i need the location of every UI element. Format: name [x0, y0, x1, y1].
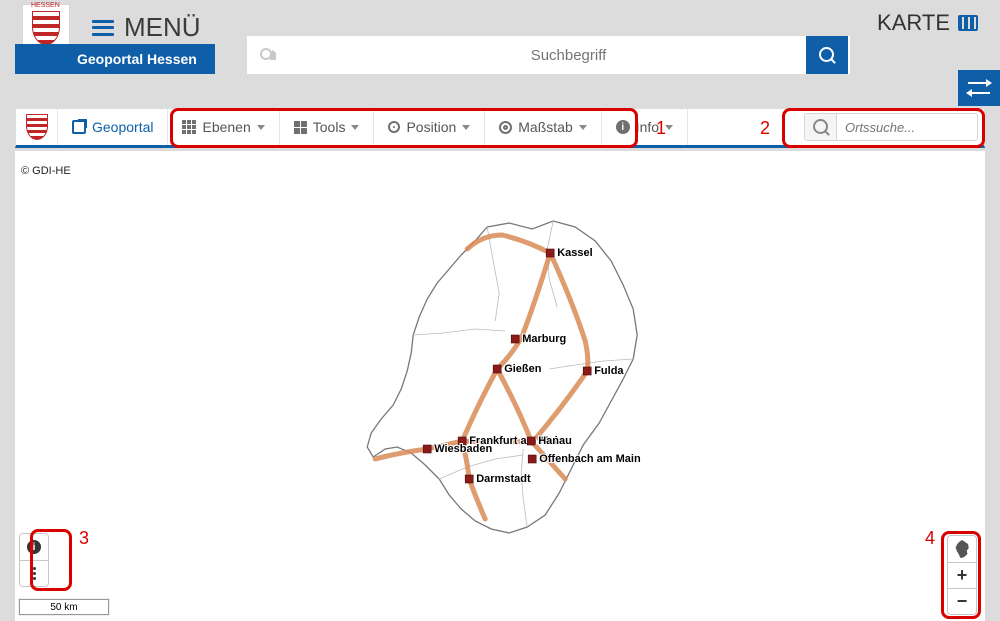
toolbar-item-label: Position [406, 119, 456, 135]
toolbar-item-label: Tools [313, 119, 346, 135]
karte-link[interactable]: KARTE [877, 10, 978, 36]
map-copyright: © GDI-HE [21, 165, 71, 177]
tools-icon [294, 121, 307, 134]
info-icon: i [27, 540, 41, 554]
svg-text:Wiesbaden: Wiesbaden [434, 443, 492, 455]
toolbar-item-massstab[interactable]: Maßstab [485, 109, 601, 145]
gear-icon [499, 121, 512, 134]
chevron-down-icon [665, 125, 673, 130]
annotation-number-2: 2 [760, 118, 770, 139]
search-icon [819, 47, 835, 63]
svg-text:Marburg: Marburg [522, 333, 566, 345]
chevron-down-icon [351, 125, 359, 130]
map-icon [958, 15, 978, 31]
header: MENÜ Geoportal Hessen KARTE [0, 0, 1000, 95]
chevron-down-icon [257, 125, 265, 130]
svg-text:Fulda: Fulda [594, 365, 624, 377]
ortssuche [804, 113, 978, 141]
annotation-number-1: 1 [656, 118, 666, 139]
toolbar-logo[interactable] [16, 109, 58, 145]
swap-icon [968, 80, 990, 96]
toolbar-item-label: Ebenen [202, 119, 250, 135]
hamburger-icon [92, 20, 114, 36]
map-info-button[interactable]: i [20, 534, 48, 560]
svg-text:Gießen: Gießen [504, 363, 542, 375]
svg-text:Darmstadt: Darmstadt [476, 473, 531, 485]
map-toolbar: Geoportal Ebenen Tools Position Maßstab … [15, 108, 985, 148]
geoportal-link[interactable]: Geoportal [58, 109, 168, 145]
kebab-icon [33, 567, 36, 580]
scalebar: 50 km [19, 599, 109, 615]
zoom-out-button[interactable]: − [948, 588, 976, 614]
search-category-icon [247, 46, 287, 64]
map-svg: KasselMarburgGießenFuldaFrankfurt am Mai… [327, 201, 687, 561]
map-left-controls: i [19, 533, 49, 587]
geoportal-label: Geoportal [92, 119, 153, 135]
toolbar-item-label: Maßstab [518, 119, 572, 135]
search-icon [813, 119, 829, 135]
chevron-down-icon [462, 125, 470, 130]
toolbar-item-position[interactable]: Position [374, 109, 485, 145]
svg-text:Kassel: Kassel [557, 247, 592, 259]
menu-label: MENÜ [124, 12, 201, 43]
annotation-number-4: 4 [925, 528, 935, 549]
toolbar-item-info[interactable]: i Info [602, 109, 688, 145]
scalebar-label: 50 km [50, 602, 77, 613]
svg-text:Offenbach am Main: Offenbach am Main [539, 453, 641, 465]
global-search-button[interactable] [806, 36, 848, 74]
subbrand-label: Geoportal Hessen [77, 51, 197, 67]
crosshair-icon [388, 121, 400, 133]
menu-button[interactable]: MENÜ [92, 12, 201, 43]
map-canvas[interactable]: © GDI-HE KasselMarburgGießenFuldaFrankfu… [15, 151, 985, 621]
global-search [247, 36, 850, 74]
layers-icon [182, 120, 196, 134]
toolbar-item-tools[interactable]: Tools [280, 109, 375, 145]
swap-panels-button[interactable] [958, 70, 1000, 106]
zoom-full-extent-button[interactable] [948, 536, 976, 562]
ortssuche-input[interactable] [837, 120, 977, 135]
annotation-number-3: 3 [79, 528, 89, 549]
svg-text:Hanau: Hanau [538, 435, 572, 447]
karte-label-text: KARTE [877, 10, 950, 36]
map-zoom-controls: + − [947, 535, 977, 615]
zoom-in-button[interactable]: + [948, 562, 976, 588]
toolbar-item-ebenen[interactable]: Ebenen [168, 109, 279, 145]
external-link-icon [72, 120, 86, 134]
ortssuche-button[interactable] [805, 114, 837, 140]
map-more-button[interactable] [20, 560, 48, 586]
info-icon: i [616, 120, 630, 134]
chevron-down-icon [579, 125, 587, 130]
global-search-input[interactable] [287, 47, 850, 64]
extent-icon [954, 540, 970, 558]
subbrand-bar[interactable]: Geoportal Hessen [15, 44, 215, 74]
toolbar-menu: Ebenen Tools Position Maßstab i Info [168, 109, 688, 145]
